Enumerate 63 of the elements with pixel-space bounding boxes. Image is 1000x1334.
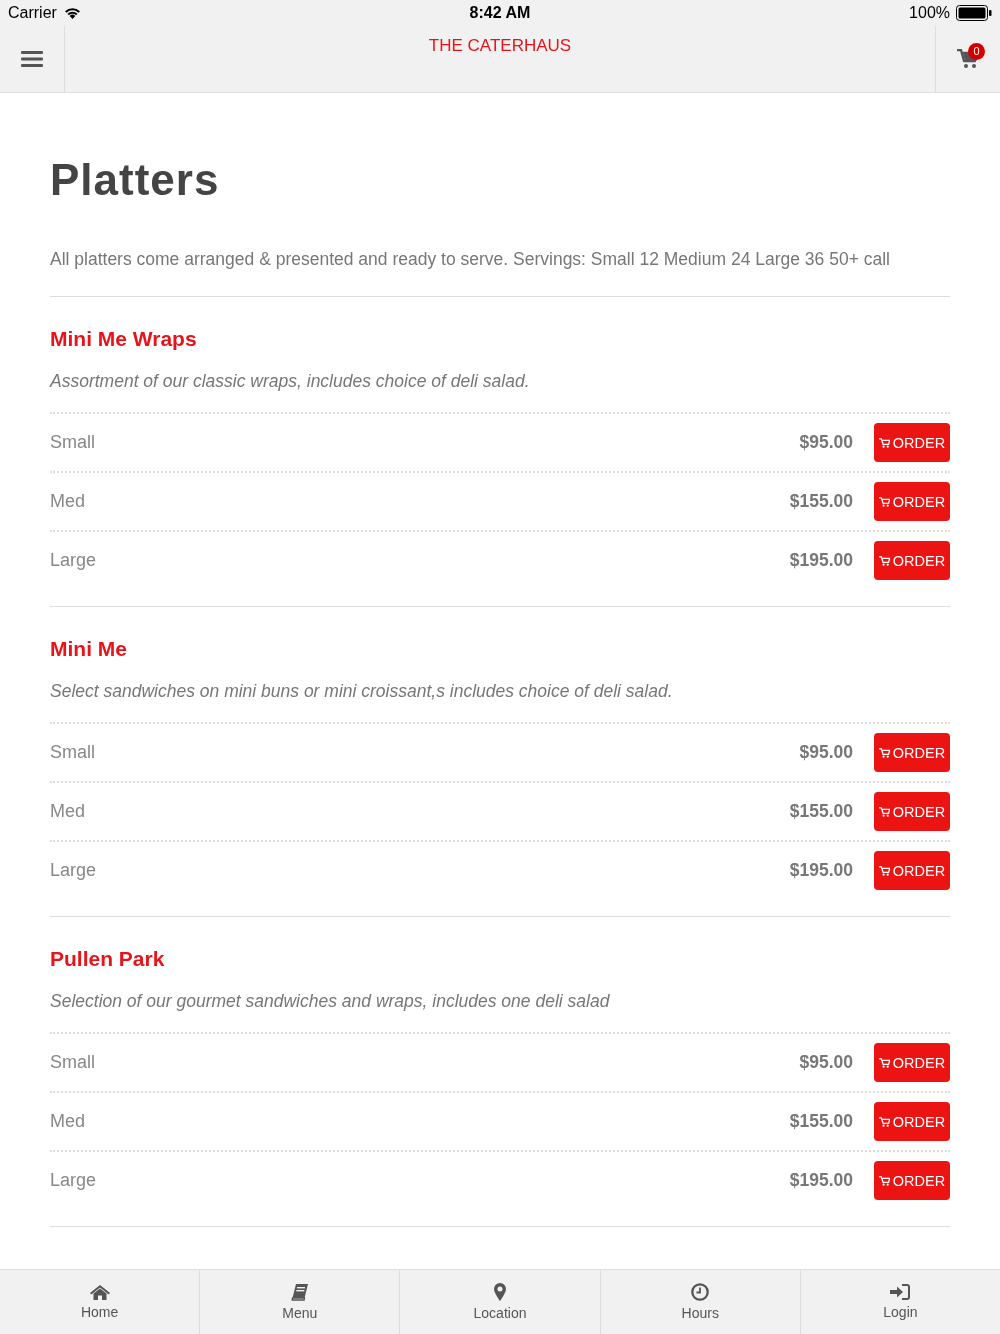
section-description: Assortment of our classic wraps, includes choice of deli salad. (50, 371, 531, 392)
cart-icon (878, 1175, 890, 1186)
tab-button[interactable]: Location (400, 1270, 601, 1334)
tab-button[interactable]: Home (0, 1270, 201, 1334)
price: $195.00 (789, 860, 853, 881)
clock-time: 8:42 AM (469, 4, 531, 22)
price: $195.00 (789, 1170, 853, 1191)
order-button[interactable]: ORDER (874, 482, 950, 521)
login-icon (890, 1284, 911, 1300)
section-description: Select sandwiches on mini buns or mini croissant,s includes choice of deli salad. (50, 681, 674, 702)
size-label: Small (50, 742, 96, 763)
cart-count-badge: 0 (968, 43, 985, 60)
cart-button[interactable]: 0 (935, 26, 1000, 92)
app-title: THE CATERHAUS (427, 35, 573, 57)
size-label: Large (50, 550, 98, 571)
section-title: Mini Me (50, 637, 128, 661)
page-title: Platters (50, 155, 221, 205)
book-icon (290, 1283, 309, 1301)
size-label: Small (50, 432, 96, 453)
order-button[interactable]: ORDER (874, 792, 950, 831)
price: $155.00 (789, 1111, 853, 1132)
size-label: Med (50, 491, 86, 512)
section-title: Mini Me Wraps (50, 327, 198, 351)
price: $95.00 (799, 742, 853, 763)
size-label: Large (50, 860, 98, 881)
price: $95.00 (799, 1052, 853, 1073)
cart-icon (878, 806, 890, 817)
price: $155.00 (789, 491, 853, 512)
clock-icon (691, 1283, 710, 1301)
price: $95.00 (799, 432, 853, 453)
cart-icon (878, 437, 890, 448)
wifi-icon (62, 6, 82, 20)
menu-icon (21, 50, 43, 68)
page-description: All platters come arranged & presented and ready to serve. Servings: Small 12 Medium 24 Large 36 50+ call (50, 249, 891, 270)
tab-button[interactable]: Hours (600, 1270, 801, 1334)
order-button[interactable]: ORDER (874, 1102, 950, 1141)
carrier-label: Carrier (8, 4, 57, 22)
size-label: Med (50, 801, 86, 822)
price: $155.00 (789, 801, 853, 822)
order-button[interactable]: ORDER (874, 1043, 950, 1082)
tab-button[interactable]: Login (800, 1270, 1000, 1334)
section-title: Pullen Park (50, 947, 166, 971)
order-button[interactable]: ORDER (874, 733, 950, 772)
cart-icon (878, 865, 890, 876)
size-label: Small (50, 1052, 96, 1073)
order-button[interactable]: ORDER (874, 423, 950, 462)
price: $195.00 (789, 550, 853, 571)
home-icon (89, 1284, 110, 1300)
cart-icon (878, 747, 890, 758)
order-button[interactable]: ORDER (874, 1161, 950, 1200)
order-button[interactable]: ORDER (874, 851, 950, 890)
size-label: Large (50, 1170, 98, 1191)
cart-icon (878, 496, 890, 507)
battery-percent: 100% (909, 4, 950, 22)
location-pin-icon (494, 1283, 506, 1301)
tab-button[interactable]: Menu (200, 1270, 401, 1334)
cart-icon (878, 1057, 890, 1068)
battery-icon (956, 5, 992, 21)
size-label: Med (50, 1111, 86, 1132)
section-description: Selection of our gourmet sandwiches and wraps, includes one deli salad (50, 991, 611, 1012)
cart-icon (878, 1116, 890, 1127)
order-button[interactable]: ORDER (874, 541, 950, 580)
cart-icon (878, 555, 890, 566)
